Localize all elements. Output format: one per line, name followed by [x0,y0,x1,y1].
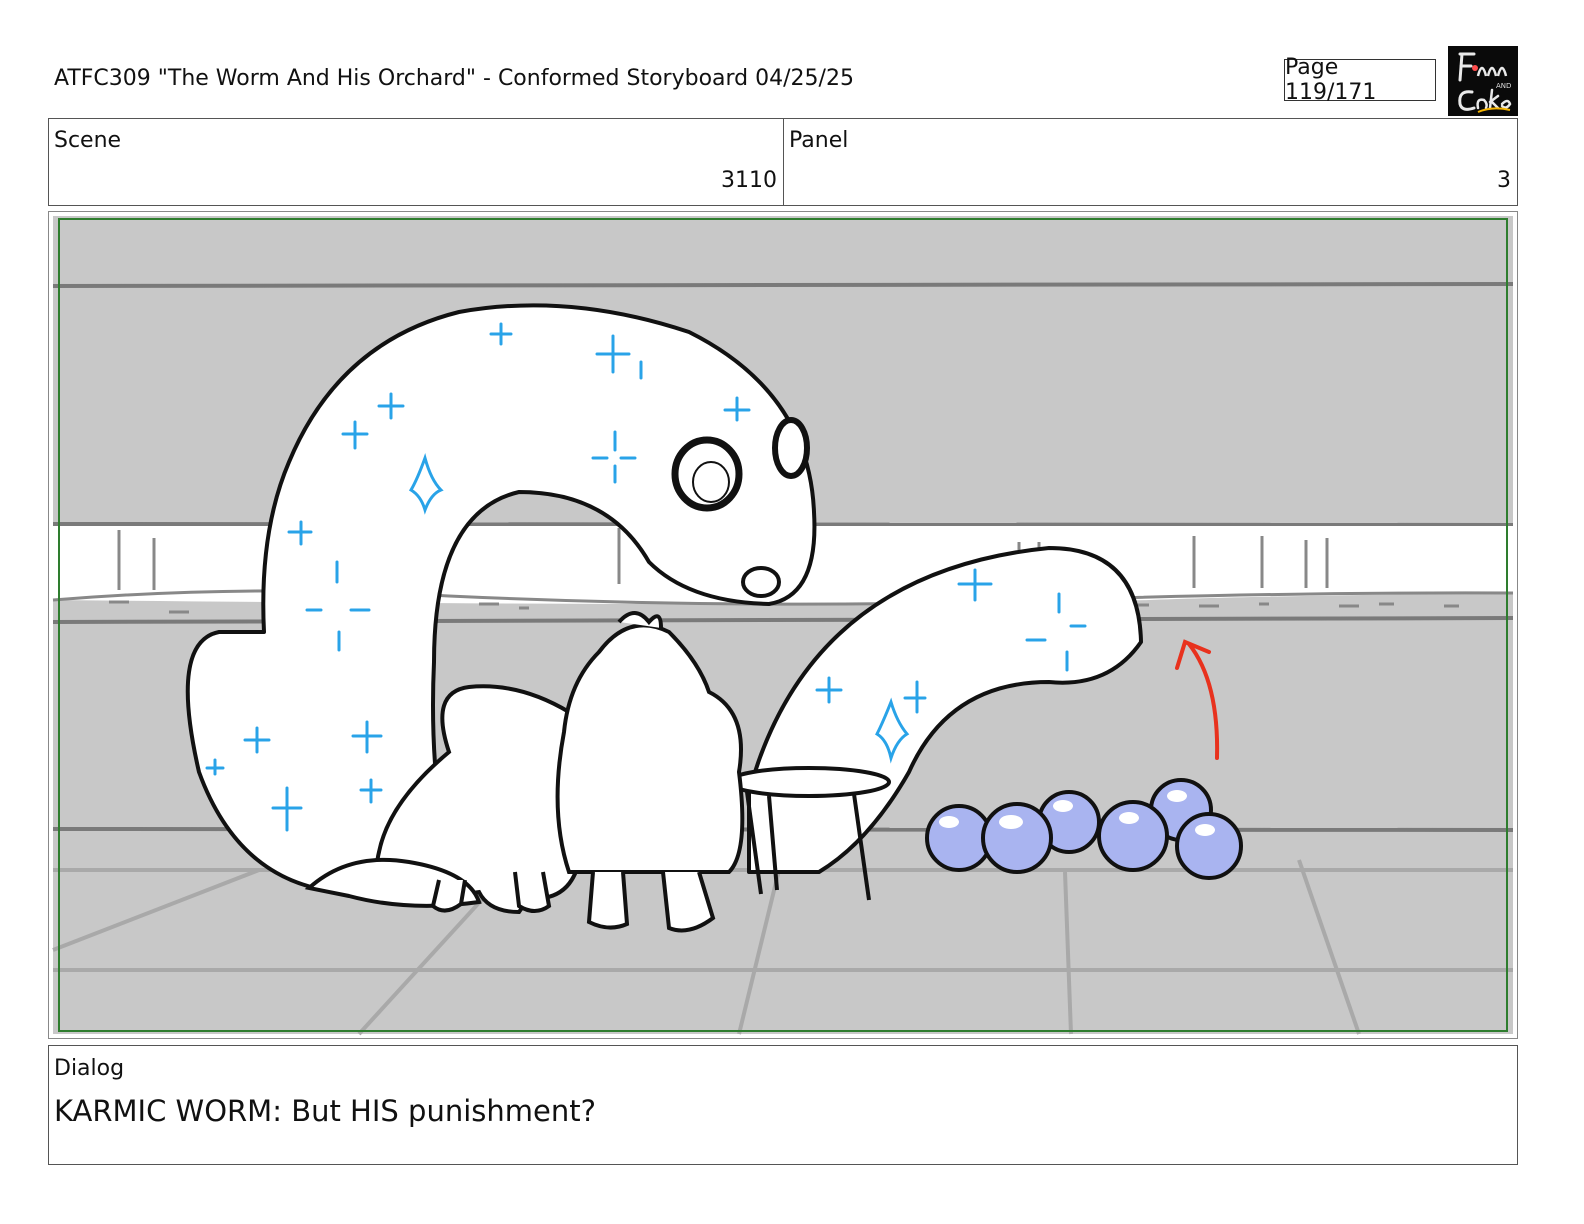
scene-panel-info: Scene 3110 Panel 3 [48,118,1518,206]
dialog-text: KARMIC WORM: But HIS punishment? [54,1094,596,1128]
worm-eye-right [772,417,810,479]
panel-number: 3 [1497,168,1511,193]
panel-cell: Panel 3 [784,119,1517,205]
panel-label: Panel [789,128,849,153]
fionna-and-cake-logo: AND [1448,46,1518,116]
worm-mouth [741,566,781,598]
document-title: ATFC309 "The Worm And His Orchard" - Con… [54,66,854,91]
svg-text:AND: AND [1496,82,1511,90]
scene-number: 3110 [721,168,777,193]
dialog-box: Dialog KARMIC WORM: But HIS punishment? [48,1045,1518,1165]
panel-drawing [52,216,1514,1036]
scene-cell: Scene 3110 [49,119,784,205]
dialog-label: Dialog [54,1056,125,1081]
page-number: Page 119/171 [1284,55,1436,105]
storyboard-panel [48,211,1518,1039]
scene-label: Scene [54,128,122,153]
